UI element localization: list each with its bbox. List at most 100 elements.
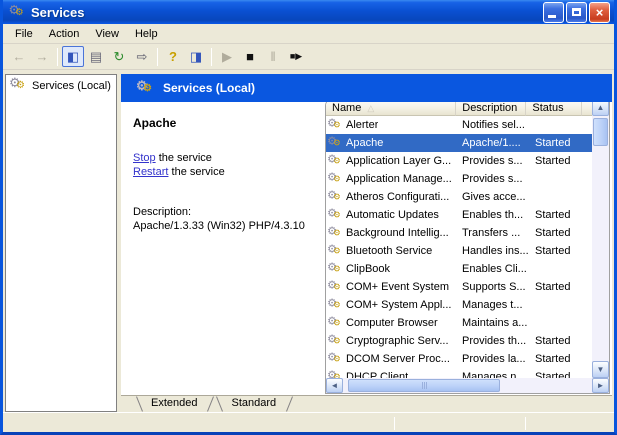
gear-icon: ⚙ <box>333 283 341 292</box>
service-description: Supports S... <box>460 281 533 293</box>
service-status: Started <box>533 227 592 239</box>
service-status: Started <box>533 209 592 221</box>
refresh-button[interactable]: ↻ <box>108 46 130 67</box>
service-row[interactable]: ⚙ ⚙ Bluetooth Service Handles ins... Sta… <box>326 242 592 260</box>
menu-item-help[interactable]: Help <box>127 26 166 42</box>
service-description: Transfers ... <box>460 227 533 239</box>
window-title: Services <box>31 5 541 20</box>
export-list-button[interactable]: ⇨ <box>131 46 153 67</box>
gear-icon: ⚙ <box>333 337 341 346</box>
service-description: Gives acce... <box>460 191 533 203</box>
services-window: ⚙ ⚙ Services × FileActionViewHelp ←→◧▤↻⇨… <box>0 0 617 435</box>
restart-service-link[interactable]: Restart <box>133 166 168 178</box>
service-name-cell: ⚙ ⚙ COM+ Event System <box>326 280 460 294</box>
service-row[interactable]: ⚙ ⚙ Cryptographic Serv... Provides th...… <box>326 332 592 350</box>
minimize-icon <box>548 15 556 18</box>
scroll-down-button[interactable]: ▼ <box>592 361 609 378</box>
service-name-cell: ⚙ ⚙ Computer Browser <box>326 316 460 330</box>
service-name-cell: ⚙ ⚙ Atheros Configurati... <box>326 190 460 204</box>
restart-service-button[interactable]: ■▶ <box>285 46 307 67</box>
service-status: Started <box>533 155 592 167</box>
menu-item-file[interactable]: File <box>7 26 41 42</box>
service-gear-icon: ⚙ ⚙ <box>328 317 341 329</box>
gear-icon: ⚙ <box>333 247 341 256</box>
back-button: ← <box>8 46 30 67</box>
service-row[interactable]: ⚙ ⚙ ClipBook Enables Cli... <box>326 260 592 278</box>
service-name: Apache <box>346 137 383 149</box>
services-list: Name △ Description Status ⚙ ⚙ <box>325 98 610 394</box>
service-row[interactable]: ⚙ ⚙ Computer Browser Maintains a... <box>326 314 592 332</box>
service-row[interactable]: ⚙ ⚙ Background Intellig... Transfers ...… <box>326 224 592 242</box>
properties-button[interactable]: ▤ <box>85 46 107 67</box>
service-row[interactable]: ⚙ ⚙ DCOM Server Proc... Provides la... S… <box>326 350 592 368</box>
stop-service-link[interactable]: Stop <box>133 152 156 164</box>
service-gear-icon: ⚙ ⚙ <box>328 353 341 365</box>
service-row[interactable]: ⚙ ⚙ COM+ System Appl... Manages t... <box>326 296 592 314</box>
service-row[interactable]: ⚙ ⚙ Apache Apache/1.... Started <box>326 134 592 152</box>
service-row[interactable]: ⚙ ⚙ Application Manage... Provides s... <box>326 170 592 188</box>
back-icon: ← <box>13 50 26 63</box>
close-button[interactable]: × <box>589 2 610 23</box>
vertical-scrollbar[interactable]: ▲ ▼ <box>592 99 609 378</box>
service-name: Alerter <box>346 119 378 131</box>
horizontal-scrollbar[interactable]: ◄ ► <box>326 378 609 393</box>
menu-item-action[interactable]: Action <box>41 26 88 42</box>
result-pane: ⚙ ⚙ Services (Local) Apache Stop the ser… <box>121 74 612 412</box>
content-area: ⚙ ⚙ Services (Local) ⚙ ⚙ Services (Local… <box>3 70 614 412</box>
service-name: DCOM Server Proc... <box>346 353 450 365</box>
service-name-cell: ⚙ ⚙ DHCP Client <box>326 370 460 378</box>
service-description: Enables th... <box>460 209 533 221</box>
service-row[interactable]: ⚙ ⚙ COM+ Event System Supports S... Star… <box>326 278 592 296</box>
service-row[interactable]: ⚙ ⚙ Application Layer G... Provides s...… <box>326 152 592 170</box>
service-description: Provides s... <box>460 173 533 185</box>
service-description: Notifies sel... <box>460 119 533 131</box>
start-service-button: ▶ <box>216 46 238 67</box>
service-name-cell: ⚙ ⚙ COM+ System Appl... <box>326 298 460 312</box>
service-description: Manages t... <box>460 299 533 311</box>
service-row-partial[interactable]: ⚙ ⚙ DHCP Client Manages n... Started <box>326 368 592 378</box>
tab-standard[interactable]: Standard <box>215 396 294 412</box>
service-name-cell: ⚙ ⚙ DCOM Server Proc... <box>326 352 460 366</box>
service-gear-icon: ⚙ ⚙ <box>328 209 341 221</box>
tree-item-services-local[interactable]: ⚙ ⚙ Services (Local) <box>6 75 116 95</box>
statusbar <box>3 412 614 432</box>
maximize-button[interactable] <box>566 2 587 23</box>
stop-service-line: Stop the service <box>133 152 315 164</box>
service-name: COM+ Event System <box>346 281 449 293</box>
service-gear-icon: ⚙ ⚙ <box>328 119 341 131</box>
service-row[interactable]: ⚙ ⚙ Alerter Notifies sel... <box>326 116 592 134</box>
scroll-left-button[interactable]: ◄ <box>326 378 343 393</box>
statusbar-section <box>526 415 614 432</box>
service-name: Application Manage... <box>346 173 452 185</box>
service-status: Started <box>533 137 592 149</box>
service-row[interactable]: ⚙ ⚙ Automatic Updates Enables th... Star… <box>326 206 592 224</box>
pause-service-icon: ‖ <box>270 50 275 63</box>
pause-service-button: ‖ <box>262 46 284 67</box>
gear-icon: ⚙ <box>333 139 341 148</box>
vertical-scrollbar-thumb[interactable] <box>593 118 608 146</box>
service-row[interactable]: ⚙ ⚙ Atheros Configurati... Gives acce... <box>326 188 592 206</box>
gear-icon: ⚙ <box>16 80 25 91</box>
column-header-name-label: Name <box>332 102 361 114</box>
service-name-cell: ⚙ ⚙ ClipBook <box>326 262 460 276</box>
service-gear-icon: ⚙ ⚙ <box>328 245 341 257</box>
help-button[interactable]: ? <box>162 46 184 67</box>
menu-item-view[interactable]: View <box>87 26 127 42</box>
service-description: Provides s... <box>460 155 533 167</box>
scroll-right-button[interactable]: ► <box>592 378 609 393</box>
taskpad-header-title: Services (Local) <box>163 81 255 95</box>
extended-view-button[interactable]: ◨ <box>185 46 207 67</box>
services-gears-icon: ⚙ ⚙ <box>137 81 153 96</box>
service-name-cell: ⚙ ⚙ Cryptographic Serv... <box>326 334 460 348</box>
minimize-button[interactable] <box>543 2 564 23</box>
gear-icon: ⚙ <box>143 83 152 94</box>
service-description: Provides th... <box>460 335 533 347</box>
service-name-cell: ⚙ ⚙ Background Intellig... <box>326 226 460 240</box>
stop-service-button[interactable]: ■ <box>239 46 261 67</box>
horizontal-scrollbar-thumb[interactable] <box>348 379 500 392</box>
show-hide-console-tree-button[interactable]: ◧ <box>62 46 84 67</box>
restart-service-line: Restart the service <box>133 166 315 178</box>
tab-extended[interactable]: Extended <box>135 396 215 412</box>
toolbar-separator <box>57 48 58 66</box>
menubar: FileActionViewHelp <box>3 24 614 44</box>
